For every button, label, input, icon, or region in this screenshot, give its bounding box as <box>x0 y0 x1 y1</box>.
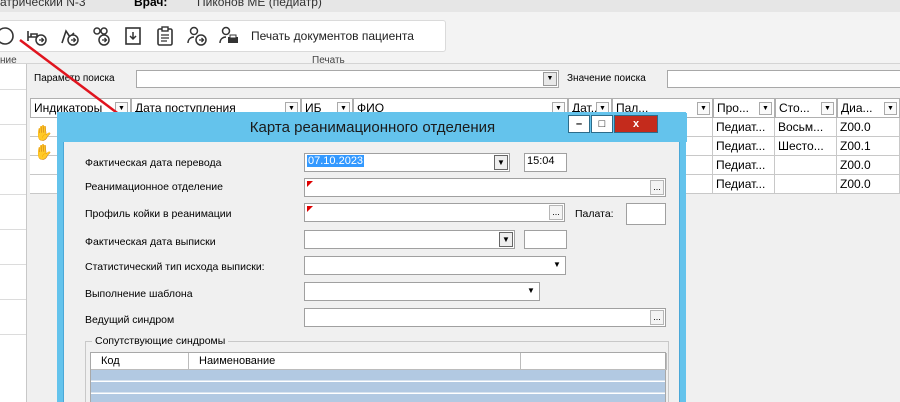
bed-profile-field[interactable]: ... <box>304 203 565 222</box>
template-select[interactable]: ▼ <box>304 282 540 301</box>
table-row[interactable] <box>91 370 665 381</box>
required-mark <box>307 206 313 212</box>
diagnosis-cell: Z00.0 <box>837 156 900 175</box>
doctor-name: Пиконов МЕ (педиатр) <box>197 0 322 9</box>
stop-hand-icon: ✋ <box>34 144 53 161</box>
clipboard-icon[interactable] <box>152 23 178 49</box>
circle-icon[interactable] <box>0 23 18 49</box>
diagnosis-cell: Z00.0 <box>837 118 900 137</box>
icu-dept-field[interactable]: ... <box>304 178 666 197</box>
filter-icon[interactable]: ▼ <box>697 102 710 115</box>
doctor-print-icon[interactable] <box>56 23 82 49</box>
table-cell <box>775 175 837 194</box>
concomitant-syndromes-legend: Сопутствующие синдромы <box>92 335 229 347</box>
column-header-extra[interactable] <box>521 353 667 370</box>
icu-dept-label: Реанимационное отделение <box>85 181 224 193</box>
required-mark <box>307 181 313 187</box>
transfer-date-picker[interactable]: 07.10.2023 ▼ <box>304 153 510 172</box>
column-header-diagnosis[interactable]: Диа... ▼ <box>837 98 900 118</box>
document-arrow-icon[interactable] <box>120 23 146 49</box>
search-param-label: Параметр поиска <box>34 73 115 84</box>
table-cell <box>775 156 837 175</box>
left-pane-item[interactable] <box>0 265 26 300</box>
search-value-label: Значение поиска <box>567 73 646 84</box>
ward-field[interactable] <box>626 203 666 225</box>
profile-cell: Педиат... <box>713 156 775 175</box>
chevron-down-icon[interactable]: ▼ <box>494 155 508 170</box>
transfer-date-label: Фактическая дата перевода <box>85 157 222 169</box>
stat-outcome-select[interactable]: ▼ <box>304 256 566 275</box>
profile-cell: Педиат... <box>713 118 775 137</box>
ellipsis-button[interactable]: ... <box>549 205 563 220</box>
chevron-down-icon[interactable]: ▼ <box>543 72 557 86</box>
bed-print-icon[interactable] <box>24 23 50 49</box>
filter-icon[interactable]: ▼ <box>759 102 772 115</box>
chevron-down-icon[interactable]: ▼ <box>499 232 513 247</box>
ribbon-toolbar: ние Печать документов пациента Печать <box>0 12 900 66</box>
person-print-icon[interactable] <box>184 23 210 49</box>
left-pane-item[interactable] <box>0 125 26 160</box>
filter-icon[interactable]: ▼ <box>884 102 897 115</box>
minimize-button[interactable]: – <box>568 115 590 133</box>
discharge-date-label: Фактическая дата выписки <box>85 236 216 248</box>
ward-label: Палата: <box>575 208 614 220</box>
profile-cell: Педиат... <box>713 137 775 156</box>
dialog-title-bar[interactable]: Карта реанимационного отделения – □ x <box>58 113 687 142</box>
chevron-down-icon[interactable]: ▼ <box>524 284 538 299</box>
stop-hand-icon: ✋ <box>34 125 53 142</box>
diagnosis-cell: Z00.1 <box>837 137 900 156</box>
search-param-select[interactable]: ▼ <box>136 70 559 88</box>
table-cell: Шесто... <box>775 137 837 156</box>
icu-card-dialog: Карта реанимационного отделения – □ x Фа… <box>58 113 687 402</box>
leading-syndrome-label: Ведущий синдром <box>85 314 175 326</box>
left-pane-item[interactable] <box>0 160 26 195</box>
print-patient-documents-button[interactable]: Печать документов пациента <box>251 29 414 43</box>
stat-outcome-label: Статистический тип исхода выписки: <box>85 261 265 273</box>
left-pane-item[interactable] <box>0 195 26 230</box>
department-text: атрический N-3 <box>0 0 86 9</box>
table-row[interactable] <box>91 394 665 402</box>
close-button[interactable]: x <box>614 115 658 133</box>
search-value-input[interactable] <box>667 70 900 88</box>
profile-cell: Педиат... <box>713 175 775 194</box>
table-row[interactable] <box>91 382 665 393</box>
print-group-label: Печать <box>312 55 345 66</box>
maximize-button[interactable]: □ <box>591 115 613 133</box>
column-header-name[interactable]: Наименование <box>189 353 521 370</box>
column-header-table[interactable]: Сто... ▼ <box>775 98 837 118</box>
diagnosis-cell: Z00.0 <box>837 175 900 194</box>
table-cell: Восьм... <box>775 118 837 137</box>
discharge-date-picker[interactable]: ▼ <box>304 230 515 249</box>
left-pane-item[interactable] <box>0 230 26 265</box>
person-printer-icon[interactable] <box>216 23 242 49</box>
syndromes-table: Код Наименование <box>90 352 667 402</box>
left-pane-item[interactable] <box>0 300 26 335</box>
bed-profile-label: Профиль койки в реанимации <box>85 208 232 220</box>
transfer-date-value: 07.10.2023 <box>307 155 365 167</box>
leading-syndrome-field[interactable]: ... <box>304 308 666 327</box>
top-header: атрический N-3 Врач: Пиконов МЕ (педиатр… <box>0 0 900 12</box>
template-label: Выполнение шаблона <box>85 288 193 300</box>
patients-print-icon[interactable] <box>88 23 114 49</box>
left-navigation-pane <box>0 64 27 402</box>
doctor-label: Врач: <box>134 0 168 9</box>
transfer-time-field[interactable]: 15:04 <box>524 153 567 172</box>
left-pane-item[interactable] <box>0 90 26 125</box>
search-bar: Параметр поиска ▼ Значение поиска <box>30 70 900 90</box>
column-header-code[interactable]: Код <box>91 353 189 370</box>
chevron-down-icon[interactable]: ▼ <box>550 258 564 273</box>
ellipsis-button[interactable]: ... <box>650 310 664 325</box>
concomitant-syndromes-group: Сопутствующие синдромы Код Наименование <box>85 335 669 402</box>
ellipsis-button[interactable]: ... <box>650 180 664 195</box>
print-group: Печать документов пациента <box>0 20 446 52</box>
column-header-profile[interactable]: Про... ▼ <box>713 98 775 118</box>
discharge-time-field[interactable] <box>524 230 567 249</box>
filter-icon[interactable]: ▼ <box>821 102 834 115</box>
